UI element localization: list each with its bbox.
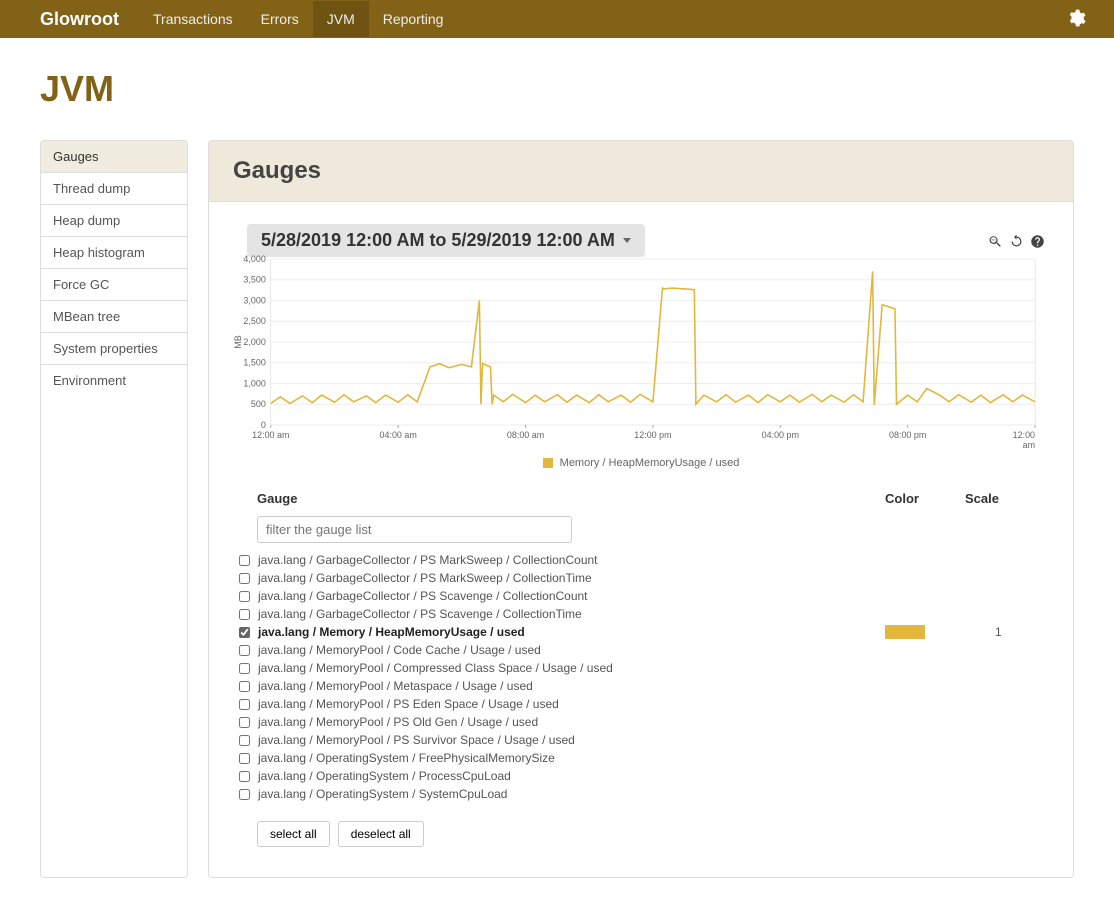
sidebar-item-gauges[interactable]: Gauges — [41, 141, 187, 173]
gauge-row: java.lang / GarbageCollector / PS Scaven… — [237, 605, 1045, 623]
gauge-row: java.lang / MemoryPool / Compressed Clas… — [237, 659, 1045, 677]
sidebar-item-environment[interactable]: Environment — [41, 365, 187, 396]
gauge-checkbox[interactable] — [239, 555, 250, 566]
nav-jvm[interactable]: JVM — [313, 1, 369, 37]
gauge-label[interactable]: java.lang / OperatingSystem / FreePhysic… — [258, 751, 1045, 765]
svg-text:3,500: 3,500 — [243, 275, 265, 285]
gauge-checkbox[interactable] — [239, 789, 250, 800]
page-title: JVM — [40, 68, 1074, 110]
gauge-label[interactable]: java.lang / GarbageCollector / PS Scaven… — [258, 589, 1045, 603]
gauge-label[interactable]: java.lang / OperatingSystem / ProcessCpu… — [258, 769, 1045, 783]
svg-text:12:00 am: 12:00 am — [252, 430, 289, 440]
chart-toolbar — [988, 234, 1045, 252]
main-panel: Gauges 5/28/2019 12:00 AM to 5/29/2019 1… — [208, 140, 1074, 878]
gauge-row: java.lang / GarbageCollector / PS MarkSw… — [237, 569, 1045, 587]
help-icon[interactable] — [1030, 234, 1045, 252]
chart-legend: Memory / HeapMemoryUsage / used — [237, 457, 1045, 469]
col-gauge-header: Gauge — [237, 491, 885, 506]
gauge-row: java.lang / MemoryPool / PS Eden Space /… — [237, 695, 1045, 713]
svg-text:08:00 pm: 08:00 pm — [889, 430, 926, 440]
nav-errors[interactable]: Errors — [247, 1, 313, 37]
legend-swatch — [543, 458, 553, 468]
gauge-label[interactable]: java.lang / MemoryPool / Metaspace / Usa… — [258, 679, 1045, 693]
gauge-row: java.lang / MemoryPool / Code Cache / Us… — [237, 641, 1045, 659]
gauge-label[interactable]: java.lang / Memory / HeapMemoryUsage / u… — [258, 625, 885, 639]
gauge-row: java.lang / OperatingSystem / ProcessCpu… — [237, 767, 1045, 785]
col-color-header: Color — [885, 491, 965, 506]
gauge-label[interactable]: java.lang / OperatingSystem / SystemCpuL… — [258, 787, 1045, 801]
chevron-down-icon — [623, 238, 631, 243]
gauge-row: java.lang / GarbageCollector / PS Scaven… — [237, 587, 1045, 605]
gauge-row: java.lang / MemoryPool / PS Old Gen / Us… — [237, 713, 1045, 731]
gauge-row: java.lang / MemoryPool / PS Survivor Spa… — [237, 731, 1045, 749]
gauge-checkbox[interactable] — [239, 609, 250, 620]
svg-text:08:00 am: 08:00 am — [507, 430, 544, 440]
gauge-label[interactable]: java.lang / GarbageCollector / PS Scaven… — [258, 607, 1045, 621]
panel-header: Gauges — [209, 141, 1073, 202]
gauge-label[interactable]: java.lang / GarbageCollector / PS MarkSw… — [258, 553, 1045, 567]
refresh-icon[interactable] — [1009, 234, 1024, 252]
svg-text:500: 500 — [251, 399, 266, 409]
gauge-row: java.lang / Memory / HeapMemoryUsage / u… — [237, 623, 1045, 641]
gauge-row: java.lang / OperatingSystem / SystemCpuL… — [237, 785, 1045, 803]
gauge-checkbox[interactable] — [239, 681, 250, 692]
sidebar-item-force-gc[interactable]: Force GC — [41, 269, 187, 301]
svg-text:3,000: 3,000 — [243, 295, 265, 305]
gauge-row: java.lang / OperatingSystem / FreePhysic… — [237, 749, 1045, 767]
gauge-label[interactable]: java.lang / MemoryPool / PS Survivor Spa… — [258, 733, 1045, 747]
gauge-checkbox[interactable] — [239, 753, 250, 764]
gauge-label[interactable]: java.lang / GarbageCollector / PS MarkSw… — [258, 571, 1045, 585]
gauge-checkbox[interactable] — [239, 627, 250, 638]
svg-text:1,000: 1,000 — [243, 378, 265, 388]
legend-label: Memory / HeapMemoryUsage / used — [560, 457, 740, 469]
deselect-all-button[interactable]: deselect all — [338, 821, 424, 847]
gauge-scale: 1 — [965, 625, 1045, 639]
svg-text:4,000: 4,000 — [243, 254, 265, 264]
zoom-out-icon[interactable] — [988, 234, 1003, 252]
nav-reporting[interactable]: Reporting — [369, 1, 458, 37]
gauge-row: java.lang / GarbageCollector / PS MarkSw… — [237, 551, 1045, 569]
gauge-color-swatch — [885, 625, 925, 639]
sidebar-item-mbean-tree[interactable]: MBean tree — [41, 301, 187, 333]
gauge-label[interactable]: java.lang / MemoryPool / PS Old Gen / Us… — [258, 715, 1045, 729]
gauge-checkbox[interactable] — [239, 573, 250, 584]
gauge-checkbox[interactable] — [239, 663, 250, 674]
gauge-checkbox[interactable] — [239, 591, 250, 602]
panel-title: Gauges — [233, 157, 1049, 185]
gauge-table: Gauge Color Scale java.lang / GarbageCol… — [237, 487, 1045, 847]
svg-text:1,500: 1,500 — [243, 358, 265, 368]
svg-text:MB: MB — [233, 335, 243, 349]
gauge-label[interactable]: java.lang / MemoryPool / Code Cache / Us… — [258, 643, 1045, 657]
sidebar-item-thread-dump[interactable]: Thread dump — [41, 173, 187, 205]
date-range-text: 5/28/2019 12:00 AM to 5/29/2019 12:00 AM — [261, 230, 615, 251]
sidebar: GaugesThread dumpHeap dumpHeap histogram… — [40, 140, 188, 878]
col-scale-header: Scale — [965, 491, 1045, 506]
gauge-row: java.lang / MemoryPool / Metaspace / Usa… — [237, 677, 1045, 695]
gauge-checkbox[interactable] — [239, 699, 250, 710]
gauge-label[interactable]: java.lang / MemoryPool / PS Eden Space /… — [258, 697, 1045, 711]
sidebar-item-system-properties[interactable]: System properties — [41, 333, 187, 365]
sidebar-item-heap-dump[interactable]: Heap dump — [41, 205, 187, 237]
svg-text:04:00 am: 04:00 am — [380, 430, 417, 440]
svg-text:2,000: 2,000 — [243, 337, 265, 347]
svg-text:04:00 pm: 04:00 pm — [762, 430, 799, 440]
svg-text:12:00 pm: 12:00 pm — [634, 430, 671, 440]
gauge-checkbox[interactable] — [239, 717, 250, 728]
gauge-checkbox[interactable] — [239, 771, 250, 782]
gauge-filter-input[interactable] — [257, 516, 572, 543]
sidebar-item-heap-histogram[interactable]: Heap histogram — [41, 237, 187, 269]
chart: 0 500 1,000 1,500 2,000 2,500 3,000 3,500 4,000 1… — [229, 253, 1045, 453]
select-all-button[interactable]: select all — [257, 821, 330, 847]
svg-text:2,500: 2,500 — [243, 316, 265, 326]
gauge-label[interactable]: java.lang / MemoryPool / Compressed Clas… — [258, 661, 1045, 675]
gauge-checkbox[interactable] — [239, 645, 250, 656]
navbar: Glowroot TransactionsErrorsJVMReporting — [0, 0, 1114, 38]
gauge-checkbox[interactable] — [239, 735, 250, 746]
brand-logo[interactable]: Glowroot — [40, 9, 119, 30]
svg-text:am: am — [1023, 440, 1035, 450]
svg-text:12:00: 12:00 — [1013, 430, 1035, 440]
settings-icon[interactable] — [1058, 0, 1094, 39]
nav-transactions[interactable]: Transactions — [139, 1, 247, 37]
svg-text:0: 0 — [261, 420, 266, 430]
